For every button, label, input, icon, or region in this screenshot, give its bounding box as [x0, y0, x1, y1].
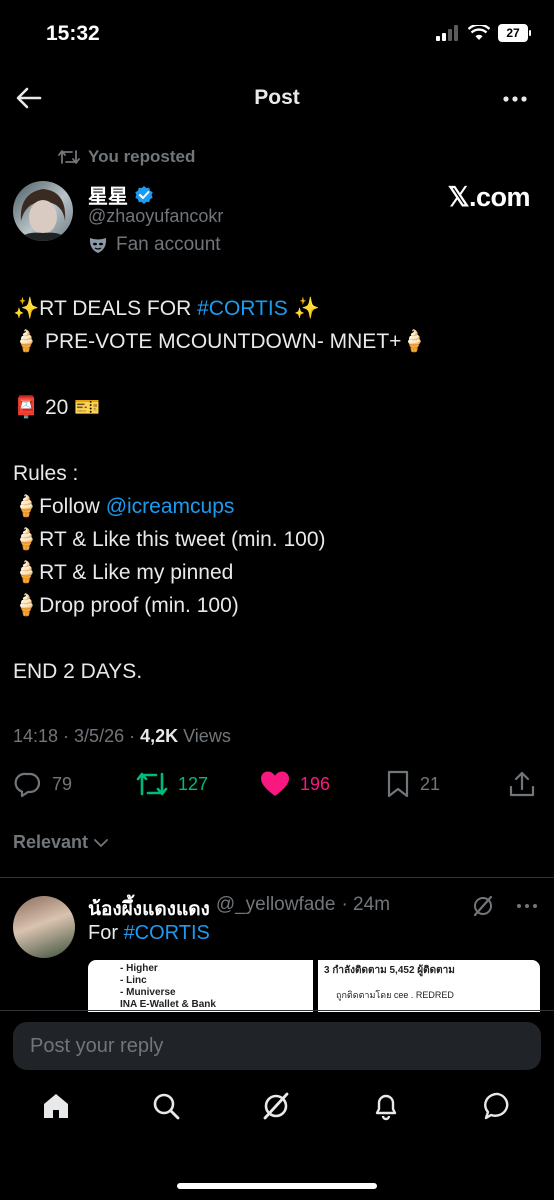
- author-display-name[interactable]: 星星: [88, 180, 154, 209]
- tweet-line-3: 📮 20 🎫: [13, 396, 101, 419]
- rule-4: 🍦Drop proof (min. 100): [13, 594, 239, 617]
- bookmark-icon: [387, 770, 409, 798]
- divider: [0, 877, 554, 878]
- reply-sort-dropdown[interactable]: Relevant: [13, 832, 108, 853]
- repost-indicator: You reposted: [58, 147, 195, 167]
- more-options-icon[interactable]: [516, 895, 538, 917]
- share-button[interactable]: [508, 770, 536, 798]
- repost-icon: [136, 772, 168, 796]
- grok-icon: [263, 1092, 289, 1120]
- image-text-line: - Linc: [120, 975, 147, 986]
- reply-image-2[interactable]: 3 กำลังติดตาม 5,452 ผู้ติดตาม ถูกติดตามโ…: [318, 960, 540, 1015]
- divider: [0, 1010, 554, 1011]
- bell-icon: [375, 1094, 397, 1121]
- author-avatar[interactable]: [13, 181, 73, 241]
- hashtag-link[interactable]: #CORTIS: [197, 297, 288, 320]
- chevron-down-icon: [94, 838, 108, 847]
- like-button[interactable]: 196: [260, 770, 330, 798]
- account-label-text: Fan account: [116, 234, 221, 255]
- repost-count: 127: [178, 773, 209, 794]
- sparkles-icon: ✨: [293, 297, 320, 320]
- reply-author-name[interactable]: น้องผึ้งแดงแดง: [88, 894, 210, 924]
- share-icon: [509, 771, 535, 797]
- ice-cream-icon: 🍦: [13, 594, 40, 617]
- ice-cream-icon: 🍦: [13, 495, 40, 518]
- tab-search[interactable]: [146, 1086, 186, 1126]
- reply-image-1[interactable]: - Higher - Linc - Muniverse INA E-Wallet…: [88, 960, 313, 1015]
- home-indicator: [177, 1183, 377, 1189]
- reply-author-handle[interactable]: @_yellowfade: [216, 894, 336, 924]
- image-text-line: ถูกติดตามโดย cee . REDRED: [336, 990, 454, 1000]
- mask-icon: [89, 238, 107, 253]
- bottom-tab-bar: [0, 1086, 554, 1146]
- home-icon: [44, 1094, 68, 1118]
- tweet-end-line: END 2 DAYS.: [13, 660, 143, 683]
- reply-button[interactable]: 79: [14, 770, 72, 798]
- postbox-icon: 📮: [13, 396, 40, 419]
- tweet-timestamp: 14:18 · 3/5/26 ·: [13, 726, 141, 746]
- tab-notifications[interactable]: [366, 1086, 406, 1126]
- reply-count: 79: [52, 773, 73, 794]
- author-handle[interactable]: @zhaoyufancokr: [88, 206, 223, 227]
- author-name-text: 星星: [88, 186, 128, 208]
- verified-badge-icon: [135, 185, 153, 204]
- account-label: Fan account: [88, 234, 221, 256]
- tweet-actions: 79 127 196 21: [0, 770, 554, 802]
- reply-icon: [14, 772, 41, 798]
- repost-label: You reposted: [88, 147, 196, 166]
- repost-button[interactable]: 127: [136, 770, 208, 798]
- heart-icon: [261, 771, 289, 796]
- reply-header-actions: [472, 895, 538, 917]
- page-title: Post: [254, 86, 300, 109]
- image-text-line: - Higher: [120, 963, 158, 974]
- tab-messages[interactable]: [478, 1086, 518, 1126]
- sort-label: Relevant: [13, 832, 89, 852]
- bookmark-button[interactable]: 21: [386, 770, 440, 798]
- reply-time: · 24m: [341, 894, 391, 915]
- ice-cream-icon: 🍦: [13, 561, 40, 584]
- more-options-icon[interactable]: [502, 86, 528, 112]
- ice-cream-icon: 🍦: [13, 330, 40, 353]
- status-icons: 27: [436, 24, 531, 42]
- reply-header: น้องผึ้งแดงแดง @_yellowfade · 24m: [88, 894, 390, 924]
- tweet-line-1: ✨RT DEALS FOR #CORTIS ✨: [13, 297, 320, 320]
- signal-icon: [436, 25, 458, 41]
- reply-author-avatar[interactable]: [13, 896, 75, 958]
- ticket-icon: 🎫: [74, 396, 101, 419]
- chat-bubble-icon: [484, 1092, 509, 1120]
- hashtag-link[interactable]: #CORTIS: [124, 922, 210, 944]
- ice-cream-icon: 🍦: [13, 528, 40, 551]
- reply-input[interactable]: Post your reply: [13, 1022, 541, 1070]
- views-label: Views: [178, 726, 231, 746]
- ice-cream-icon: 🍦: [401, 330, 428, 353]
- wifi-icon: [468, 25, 490, 40]
- grok-icon[interactable]: [472, 895, 494, 917]
- like-count: 196: [300, 773, 331, 794]
- status-time: 15:32: [46, 22, 100, 45]
- tweet-body: ✨RT DEALS FOR #CORTIS ✨ 🍦 PRE-VOTE MCOUN…: [13, 292, 533, 688]
- rule-1: 🍦Follow @icreamcups: [13, 495, 235, 518]
- repost-icon: [58, 150, 80, 164]
- avatar-image: [19, 189, 67, 241]
- tab-grok[interactable]: [256, 1086, 296, 1126]
- rules-title: Rules :: [13, 462, 79, 485]
- views-count: 4,2K: [140, 726, 179, 746]
- tweet-meta: 14:18 · 3/5/26 · 4,2K Views: [13, 726, 231, 747]
- battery-indicator: 27: [498, 24, 531, 42]
- tweet-line-2: 🍦 PRE-VOTE MCOUNTDOWN- MNET+🍦: [13, 330, 428, 353]
- sparkles-icon: ✨: [13, 297, 40, 320]
- image-text-line: - Muniverse: [120, 987, 176, 998]
- image-text-line: 3 กำลังติดตาม 5,452 ผู้ติดตาม: [324, 965, 455, 976]
- rule-3: 🍦RT & Like my pinned: [13, 561, 234, 584]
- reply-text: For #CORTIS: [88, 922, 210, 944]
- source-label: 𝕏.com: [447, 182, 531, 212]
- mention-link[interactable]: @icreamcups: [106, 495, 235, 518]
- rule-2: 🍦RT & Like this tweet (min. 100): [13, 528, 326, 551]
- bookmark-count: 21: [420, 773, 441, 794]
- tab-home[interactable]: [36, 1086, 76, 1126]
- search-icon: [153, 1093, 180, 1120]
